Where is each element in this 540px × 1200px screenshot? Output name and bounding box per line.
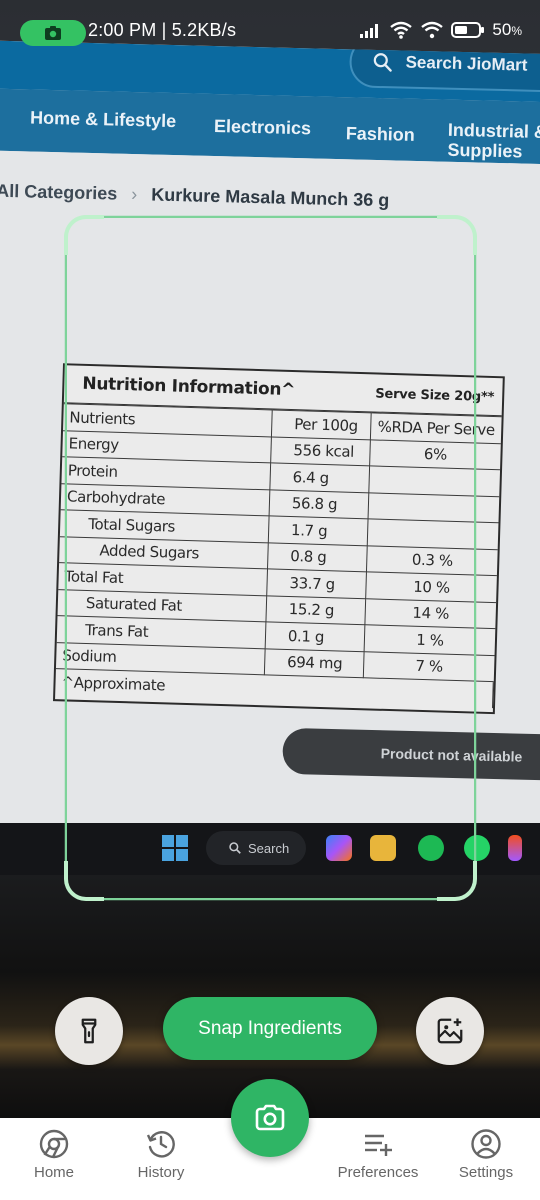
nav-home[interactable]: Home bbox=[4, 1128, 104, 1181]
battery-icon bbox=[451, 22, 485, 38]
site-nav-electronics: Electronics bbox=[213, 115, 312, 139]
add-image-button[interactable] bbox=[416, 997, 484, 1065]
chevron-right-icon: › bbox=[131, 183, 138, 205]
breadcrumb-all-categories: All Categories bbox=[0, 180, 118, 204]
screen-recording-indicator bbox=[20, 20, 86, 46]
list-add-icon bbox=[365, 1134, 392, 1156]
nav-settings[interactable]: Settings bbox=[436, 1128, 536, 1181]
scan-corner bbox=[64, 861, 104, 901]
nav-preferences-label: Preferences bbox=[337, 1164, 419, 1181]
breadcrumb-product: Kurkure Masala Munch 36 g bbox=[151, 184, 390, 211]
nav-preferences[interactable]: Preferences bbox=[328, 1128, 428, 1181]
status-time: 2:00 PM | 5.2KB/s bbox=[88, 20, 237, 40]
nav-history[interactable]: History bbox=[111, 1128, 211, 1181]
add-image-icon bbox=[437, 1018, 463, 1044]
site-nav-industrial: Industrial & Supplies bbox=[447, 119, 540, 162]
battery-value: 50 bbox=[492, 20, 512, 39]
breadcrumb: All Categories › Kurkure Masala Munch 36… bbox=[0, 181, 390, 212]
battery-percent: 50% bbox=[492, 20, 522, 40]
history-icon bbox=[146, 1131, 175, 1158]
battery-unit: % bbox=[511, 24, 522, 38]
nav-home-label: Home bbox=[33, 1164, 74, 1181]
camera-icon bbox=[255, 1104, 285, 1131]
snap-ingredients-button[interactable]: Snap Ingredients bbox=[163, 997, 377, 1060]
scan-frame bbox=[64, 215, 477, 901]
site-nav-home-lifestyle: Home & Lifestyle bbox=[29, 107, 177, 132]
scan-corner bbox=[437, 215, 477, 255]
site-nav-fashion: Fashion bbox=[345, 123, 416, 145]
site-search-text: Search JioMart bbox=[405, 52, 528, 75]
nav-history-label: History bbox=[137, 1164, 185, 1181]
flashlight-icon bbox=[81, 1018, 97, 1044]
wifi-icon bbox=[390, 21, 413, 39]
status-bar: 2:00 PM | 5.2KB/s 50% bbox=[0, 0, 540, 56]
account-icon bbox=[471, 1129, 501, 1159]
camera-icon bbox=[45, 26, 61, 40]
scan-corner bbox=[64, 215, 104, 255]
flashlight-button[interactable] bbox=[55, 997, 123, 1065]
capture-button[interactable] bbox=[231, 1079, 309, 1157]
figma-icon bbox=[508, 835, 522, 861]
nav-settings-label: Settings bbox=[458, 1164, 514, 1181]
home-icon bbox=[39, 1129, 69, 1159]
wifi-6-icon bbox=[421, 21, 444, 39]
status-icons: 50% bbox=[360, 20, 522, 40]
signal-icon bbox=[360, 24, 379, 38]
